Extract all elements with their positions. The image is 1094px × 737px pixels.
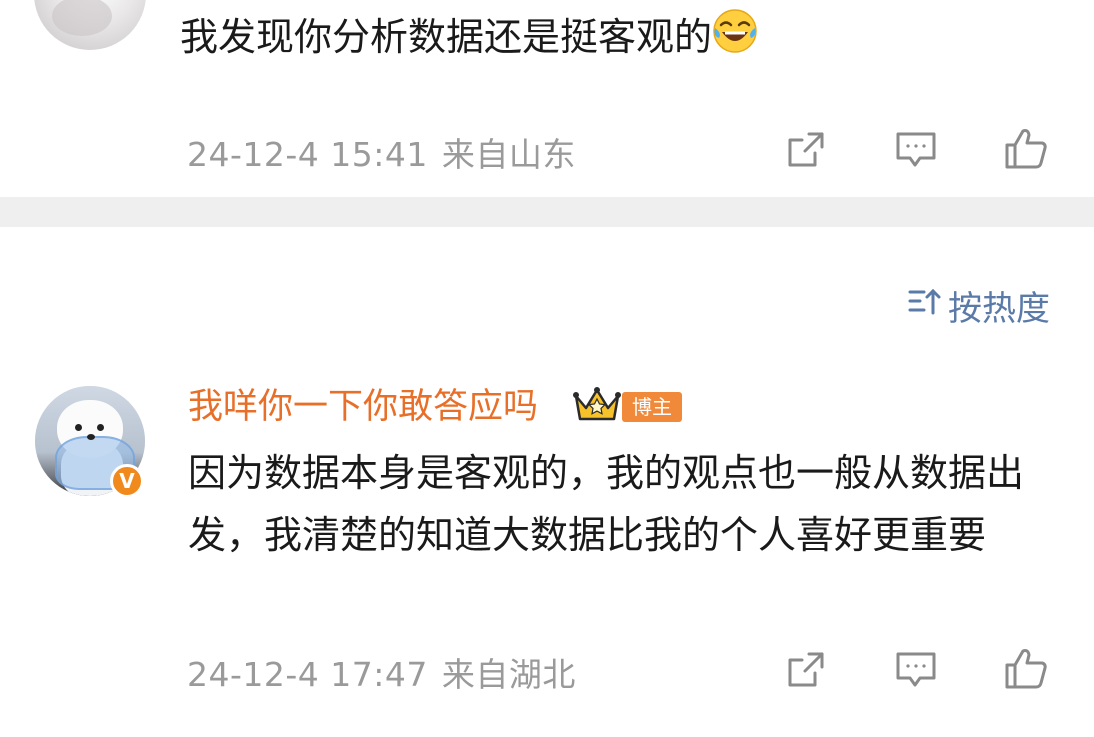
laughing-tears-emoji-icon: [712, 8, 758, 68]
share-icon[interactable]: [782, 646, 830, 694]
comment-location: 来自山东: [441, 135, 576, 174]
author-role-badge: 博主: [622, 392, 682, 422]
verified-badge: V: [110, 464, 144, 498]
sort-by-hot-button[interactable]: 按热度: [908, 280, 1050, 330]
author-username[interactable]: 我咩你一下你敢答应吗: [188, 382, 538, 432]
share-icon[interactable]: [782, 126, 830, 174]
comment-meta: 24-12-4 15:41 来自山东: [187, 128, 576, 176]
comment-icon[interactable]: [892, 646, 940, 694]
commenter-avatar[interactable]: [34, 0, 146, 50]
comment-text: 我发现你分析数据还是挺客观的: [180, 8, 758, 68]
comment-time: 24-12-4 15:41: [187, 135, 428, 174]
comment-location: 来自湖北: [441, 655, 576, 694]
like-icon[interactable]: [1002, 124, 1050, 172]
comment-text: 因为数据本身是客观的，我的观点也一般从数据出发，我清楚的知道大数据比我的个人喜好…: [188, 451, 1025, 557]
comment-list: 我发现你分析数据还是挺客观的 24-12-4 15:41 来自山东 按热度 V …: [0, 0, 1094, 737]
sort-label: 按热度: [948, 288, 1050, 329]
crown-icon: [572, 386, 622, 428]
comment-time: 24-12-4 17:47: [187, 655, 428, 694]
like-icon[interactable]: [1002, 644, 1050, 692]
sort-icon: [908, 285, 942, 325]
comment-meta: 24-12-4 17:47 来自湖北: [187, 648, 576, 696]
section-divider: [0, 197, 1094, 227]
comment-icon[interactable]: [892, 126, 940, 174]
